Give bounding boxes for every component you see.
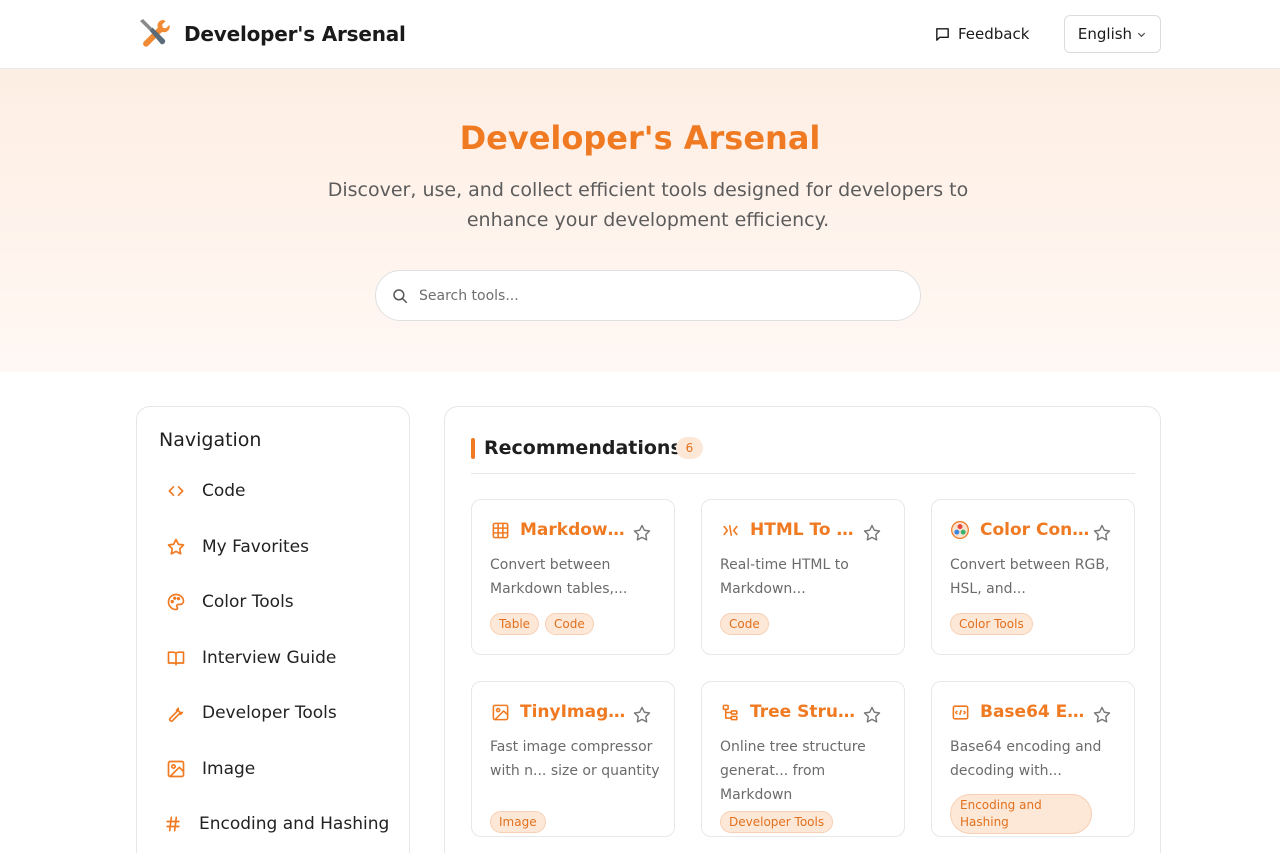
color-wheel-icon (950, 520, 970, 540)
book-open-icon (165, 647, 187, 669)
binary-file-icon (950, 702, 970, 722)
search-icon (393, 288, 408, 303)
card-description: Base64 encoding and decoding with... (950, 739, 1102, 779)
tool-card-tree-structure[interactable]: Tree Struct... Online tree structure gen… (701, 681, 905, 837)
nav-item-label: Encoding and Hashing (199, 814, 390, 834)
brand-title: Developer's Arsenal (184, 22, 406, 46)
nav-item-label: Code (202, 481, 246, 501)
tag-table[interactable]: Table (490, 613, 540, 635)
nav-item-image[interactable]: Image (165, 754, 255, 784)
card-description: Fast image compressor with n... size or … (490, 739, 660, 779)
tool-card-tinyimage[interactable]: TinyImage ... Fast image compressor with… (471, 681, 675, 837)
nav-item-code[interactable]: Code (165, 476, 246, 506)
tool-card-color-converter[interactable]: Color Conv... Convert between RGB, HSL, … (931, 499, 1135, 655)
feedback-button[interactable]: Feedback (934, 22, 1029, 46)
nav-item-developer-tools[interactable]: Developer Tools (165, 698, 337, 728)
brand[interactable]: Developer's Arsenal (136, 16, 406, 52)
tree-structure-icon (720, 702, 740, 722)
favorite-star-icon[interactable] (1092, 705, 1112, 725)
tool-card-markdown-table[interactable]: Markdown ... Convert between Markdown ta… (471, 499, 675, 655)
card-title: Base64 Enc... (980, 702, 1090, 722)
card-title: Color Conv... (980, 520, 1090, 540)
nav-item-my-favorites[interactable]: My Favorites (165, 532, 309, 562)
image-icon (490, 702, 510, 722)
tag-encoding-and-hashing[interactable]: Encoding and Hashing (950, 794, 1092, 834)
recommendations-title: Recommendations (484, 437, 682, 459)
tag-developer-tools[interactable]: Developer Tools (720, 811, 834, 833)
card-title: Markdown ... (520, 520, 630, 540)
nav-item-label: Developer Tools (202, 703, 337, 723)
top-header: Developer's Arsenal Feedback English (0, 0, 1280, 69)
nav-item-encoding-and-hashing[interactable]: Encoding and Hashing (162, 809, 389, 839)
favorite-star-icon[interactable] (632, 523, 652, 543)
nav-item-label: Color Tools (202, 592, 294, 612)
card-description: Online tree structure generat... from Ma… (720, 739, 866, 803)
favorite-star-icon[interactable] (632, 705, 652, 725)
card-title: Tree Struct... (750, 702, 860, 722)
tools-logo-icon (140, 19, 170, 47)
tag-code[interactable]: Code (545, 613, 594, 635)
favorite-star-icon[interactable] (1092, 523, 1112, 543)
nav-item-label: My Favorites (202, 537, 309, 557)
nav-item-label: Interview Guide (202, 648, 337, 668)
tool-card-html-to-markdown[interactable]: HTML To M... Real-time HTML to Markdown.… (701, 499, 905, 655)
card-title: TinyImage ... (520, 702, 630, 722)
feedback-label: Feedback (958, 25, 1030, 43)
navigation-title: Navigation (159, 429, 262, 451)
tag-image[interactable]: Image (490, 811, 546, 833)
favorite-star-icon[interactable] (862, 523, 882, 543)
language-select[interactable]: English (1064, 15, 1161, 53)
tag-code[interactable]: Code (720, 613, 769, 635)
hero-section: Developer's Arsenal Discover, use, and c… (0, 69, 1280, 372)
tag-color-tools[interactable]: Color Tools (950, 613, 1033, 635)
language-label: English (1077, 25, 1133, 43)
section-accent-bar (471, 438, 475, 459)
favorite-star-icon[interactable] (862, 705, 882, 725)
table-icon (490, 520, 510, 540)
search-input[interactable] (419, 287, 879, 304)
card-description: Convert between RGB, HSL, and... (950, 557, 1110, 597)
recommendations-header: Recommendations 6 (471, 437, 1135, 474)
nav-item-interview-guide[interactable]: Interview Guide (165, 643, 336, 673)
hero-title: Developer's Arsenal (459, 119, 821, 157)
tool-card-base64-encoder[interactable]: Base64 Enc... Base64 encoding and decodi… (931, 681, 1135, 837)
hero-subtitle: Discover, use, and collect efficient too… (327, 179, 969, 231)
search-box[interactable] (375, 270, 921, 321)
hash-icon (162, 813, 184, 835)
card-description: Convert between Markdown tables,... (490, 557, 628, 597)
message-square-icon (936, 27, 949, 41)
recommendations-panel: Recommendations 6 Markdown ... Convert b… (444, 406, 1161, 853)
navigation-sidebar: Navigation Code My Favorites Color Tools… (136, 406, 410, 853)
image-icon (165, 758, 187, 780)
palette-icon (165, 591, 187, 613)
card-title: HTML To M... (750, 520, 860, 540)
wrench-icon (165, 702, 187, 724)
recommendations-count-badge: 6 (676, 437, 703, 459)
nav-item-label: Image (202, 759, 256, 779)
card-description: Real-time HTML to Markdown... (720, 557, 849, 597)
nav-item-color-tools[interactable]: Color Tools (165, 587, 294, 617)
convert-arrows-icon (720, 520, 740, 540)
code-icon (165, 480, 187, 502)
star-icon (165, 536, 187, 558)
chevron-down-icon (1137, 32, 1146, 37)
